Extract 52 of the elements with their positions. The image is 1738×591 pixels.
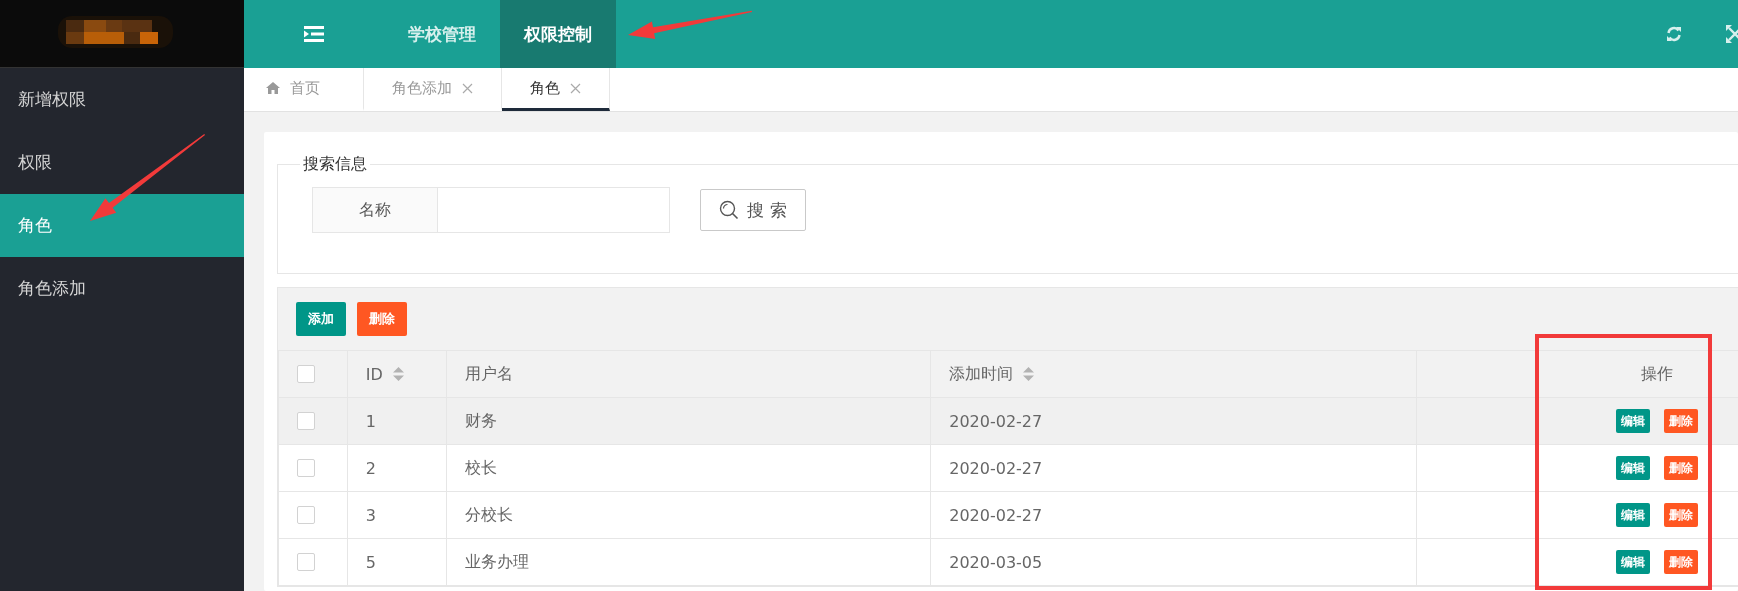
edit-button[interactable]: 编辑 (1615, 409, 1650, 433)
page-tab[interactable]: 角色 (502, 68, 610, 111)
table-cell: 财务 (446, 397, 931, 445)
search-icon (719, 200, 740, 220)
checkbox[interactable] (297, 506, 315, 524)
checkbox[interactable] (297, 459, 315, 477)
column-header: 用户名 (464, 363, 513, 385)
edit-button[interactable]: 编辑 (1615, 503, 1650, 527)
field-label: 名称 (312, 187, 438, 233)
table-cell: 3 (347, 491, 447, 539)
table-cell: 业务办理 (446, 538, 931, 586)
menu-icon[interactable] (304, 26, 324, 42)
checkbox[interactable] (297, 553, 315, 571)
close-icon[interactable] (570, 82, 581, 94)
sidebar-item[interactable]: 权限 (0, 131, 244, 194)
delete-button[interactable]: 删除 (357, 302, 407, 336)
close-icon[interactable] (462, 82, 473, 94)
sidebar-item[interactable]: 新增权限 (0, 68, 244, 131)
table-cell: 分校长 (446, 491, 931, 539)
table-cell: 2 (347, 444, 447, 492)
section-title: 搜索信息 (302, 154, 368, 175)
sort-icon[interactable] (392, 367, 404, 381)
table-cell: 校长 (446, 444, 931, 492)
nav-tab[interactable]: 权限控制 (500, 0, 616, 68)
page-tab[interactable]: 首页 (244, 68, 364, 111)
sidebar-item[interactable]: 角色 (0, 194, 244, 257)
checkbox[interactable] (297, 365, 315, 383)
checkbox[interactable] (297, 412, 315, 430)
table-cell: 2020-03-05 (930, 538, 1417, 586)
delete-button[interactable]: 删除 (1663, 409, 1698, 433)
page-tab[interactable]: 角色添加 (364, 68, 502, 111)
add-button[interactable]: 添加 (296, 302, 346, 336)
refresh-icon[interactable] (1666, 26, 1682, 42)
delete-button[interactable]: 删除 (1663, 503, 1698, 527)
sidebar-item[interactable]: 角色添加 (0, 257, 244, 320)
delete-button[interactable]: 删除 (1663, 456, 1698, 480)
table-cell: 1 (347, 397, 447, 445)
column-header: ID (365, 364, 383, 384)
input-field[interactable] (438, 187, 670, 233)
sort-icon[interactable] (1023, 367, 1035, 381)
table-cell: 2020-02-27 (930, 491, 1417, 539)
column-header: 操作 (1640, 363, 1673, 383)
home-icon (265, 82, 280, 94)
search-button[interactable]: 搜 索 (700, 189, 806, 231)
edit-button[interactable]: 编辑 (1615, 550, 1650, 574)
nav-tab[interactable]: 学校管理 (384, 0, 500, 68)
table-cell: 5 (347, 538, 447, 586)
table-cell: 2020-02-27 (930, 397, 1417, 445)
delete-button[interactable]: 删除 (1663, 550, 1698, 574)
column-header: 添加时间 (949, 363, 1014, 385)
edit-button[interactable]: 编辑 (1615, 456, 1650, 480)
table-cell: 2020-02-27 (930, 444, 1417, 492)
